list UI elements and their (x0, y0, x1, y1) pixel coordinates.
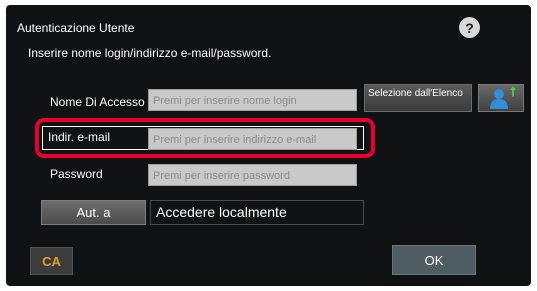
select-from-list-button[interactable]: Selezione dall'Elenco (364, 84, 472, 112)
aut-a-button[interactable]: Aut. a (41, 200, 146, 225)
instruction-text: Inserire nome login/indirizzo e-mail/pas… (28, 46, 272, 60)
ok-button[interactable]: OK (392, 245, 476, 275)
login-input[interactable]: Premi per inserire nome login (148, 89, 357, 111)
email-input[interactable]: Premi per inserire indirizzo e-mail (148, 128, 357, 150)
login-label: Nome Di Accesso (50, 95, 145, 109)
auth-target-field[interactable]: Accedere localmente (150, 200, 364, 225)
dialog-title: Autenticazione Utente (17, 21, 135, 35)
address-book-button[interactable] (478, 84, 524, 112)
password-label: Password (50, 167, 103, 181)
email-label: Indir. e-mail (48, 130, 111, 144)
help-icon[interactable]: ? (459, 17, 480, 38)
user-add-icon (490, 86, 516, 109)
password-input[interactable]: Premi per inserire password (148, 164, 357, 186)
ca-button[interactable]: CA (30, 247, 73, 275)
